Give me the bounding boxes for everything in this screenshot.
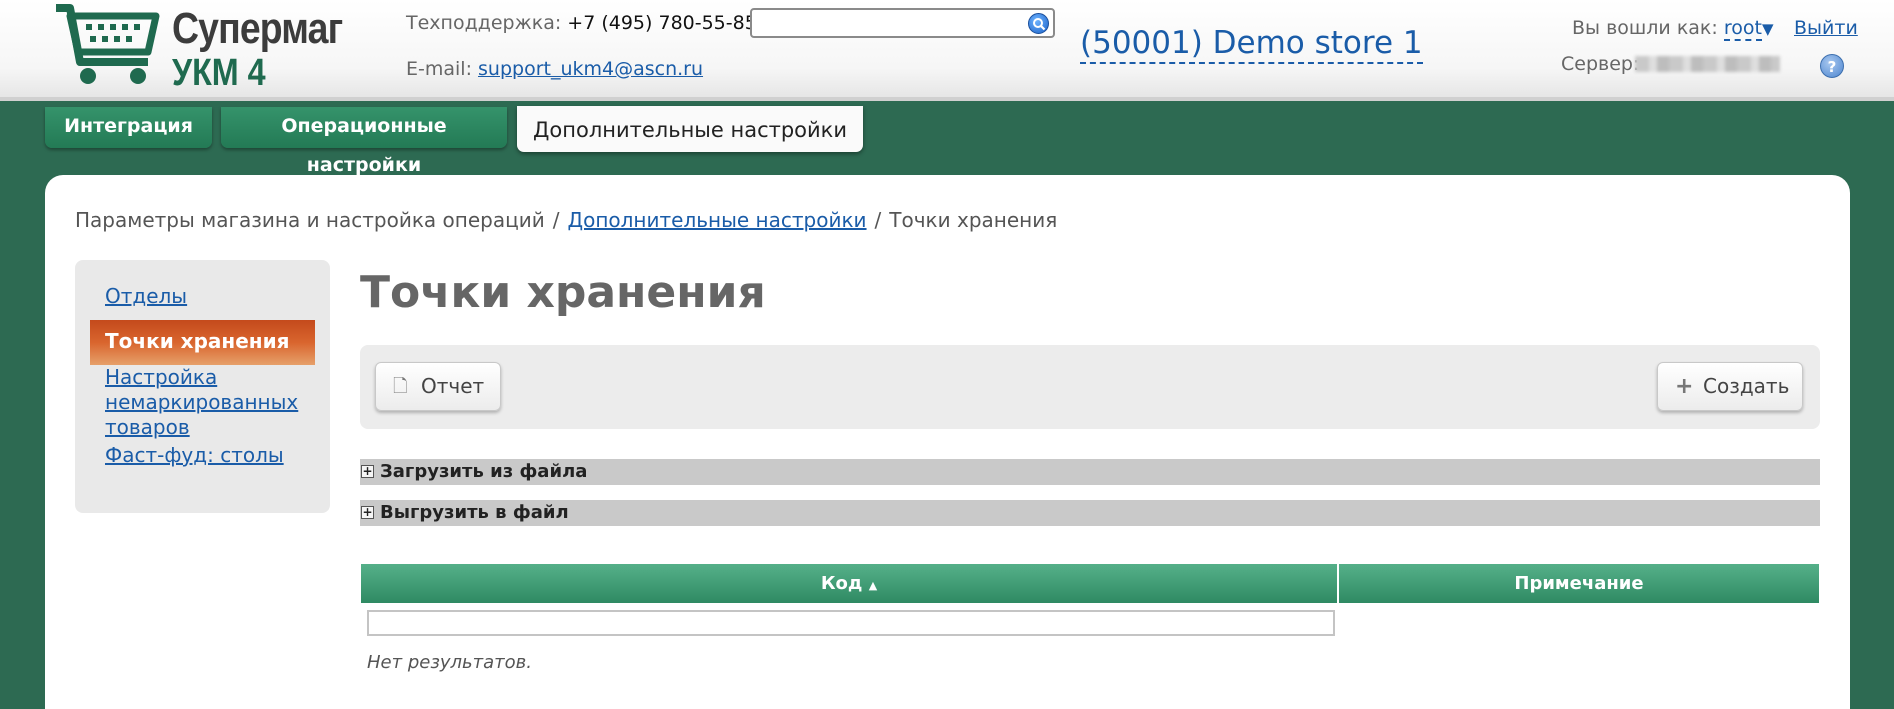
create-button[interactable]: + Создать	[1657, 362, 1803, 411]
column-header-code[interactable]: Код ▲	[361, 564, 1337, 603]
upload-section-label: Загрузить из файла	[380, 461, 588, 482]
toolbar: 🗋 Отчет + Создать	[360, 345, 1820, 429]
breadcrumb-item-current: Точки хранения	[889, 208, 1058, 232]
page-title: Точки хранения	[360, 267, 766, 318]
shopping-cart-icon	[56, 4, 160, 84]
report-button-label: Отчет	[421, 374, 485, 398]
expand-icon[interactable]: +	[361, 506, 374, 519]
sidebar-item-departments[interactable]: Отделы	[105, 284, 187, 309]
column-header-note[interactable]: Примечание	[1339, 564, 1819, 603]
email-link[interactable]: support_ukm4@ascn.ru	[478, 58, 703, 80]
logo-subtitle: УКМ 4	[172, 52, 266, 94]
tab-additional-settings[interactable]: Дополнительные настройки	[517, 106, 863, 152]
tab-integration[interactable]: Интеграция	[45, 107, 212, 148]
code-filter-input[interactable]	[367, 610, 1335, 636]
chevron-down-icon[interactable]: ▼	[1762, 20, 1774, 38]
download-to-file-section[interactable]: + Выгрузить в файл	[360, 500, 1820, 526]
support-email: E-mail: support_ukm4@ascn.ru	[406, 58, 703, 80]
header: Супермаг УКМ 4 Техподдержка: +7 (495) 78…	[0, 0, 1894, 101]
logo[interactable]: Супермаг УКМ 4	[52, 2, 352, 97]
download-section-label: Выгрузить в файл	[380, 502, 569, 523]
logo-title: Супермаг	[172, 4, 343, 53]
support-phone: +7 (495) 780-55-85	[567, 12, 757, 34]
user-menu[interactable]: root	[1723, 17, 1762, 41]
plus-icon: +	[1675, 374, 1694, 399]
breadcrumb: Параметры магазина и настройка операций /…	[75, 208, 1057, 232]
document-icon: 🗋	[393, 376, 408, 397]
support-label: Техподдержка:	[406, 12, 568, 34]
sort-ascending-icon: ▲	[868, 579, 878, 592]
upload-from-file-section[interactable]: + Загрузить из файла	[360, 459, 1820, 485]
sidebar: Отделы Точки хранения Настройка немаркир…	[75, 260, 330, 513]
sidebar-item-unmarked-goods[interactable]: Настройка немаркированных товаров	[105, 365, 305, 440]
breadcrumb-separator: /	[552, 208, 560, 232]
server-label: Сервер:	[1561, 53, 1640, 75]
support-contact: Техподдержка: +7 (495) 780-55-85	[406, 12, 757, 34]
main-panel: Параметры магазина и настройка операций /…	[45, 175, 1850, 709]
search-button[interactable]	[1028, 13, 1049, 34]
breadcrumb-item-store-params: Параметры магазина и настройка операций	[75, 208, 545, 232]
user-label: Вы вошли как:	[1572, 17, 1724, 39]
sidebar-item-fastfood-tables[interactable]: Фаст-фуд: столы	[105, 443, 284, 468]
help-icon[interactable]: ?	[1820, 54, 1844, 78]
report-button[interactable]: 🗋 Отчет	[375, 362, 501, 411]
server-value-redacted	[1635, 56, 1780, 72]
user-info: Вы вошли как: root▼	[1572, 17, 1774, 41]
column-header-code-label: Код	[820, 573, 863, 594]
logout-link[interactable]: Выйти	[1794, 17, 1858, 39]
expand-icon[interactable]: +	[361, 465, 374, 478]
sidebar-item-storage-points[interactable]: Точки хранения	[90, 320, 315, 365]
search-input[interactable]	[750, 8, 1055, 38]
empty-results-text: Нет результатов.	[367, 652, 532, 673]
tab-operational-settings[interactable]: Операционные настройки	[221, 107, 507, 176]
store-selector[interactable]: (50001) Demo store 1	[1080, 24, 1423, 64]
breadcrumb-item-additional-settings[interactable]: Дополнительные настройки	[567, 208, 866, 232]
email-label: E-mail:	[406, 58, 479, 80]
breadcrumb-separator: /	[874, 208, 882, 232]
create-button-label: Создать	[1703, 374, 1790, 398]
search-icon	[1033, 18, 1046, 31]
